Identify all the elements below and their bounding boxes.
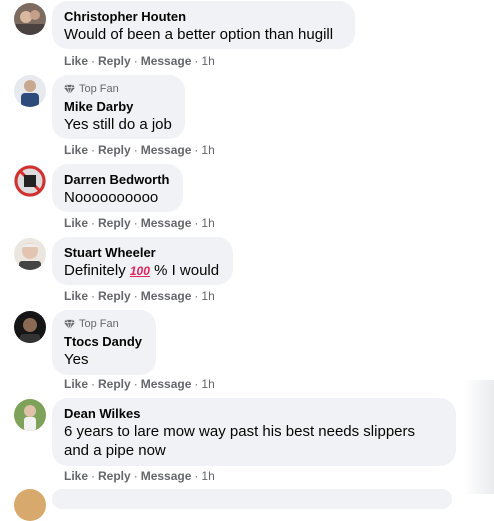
comment-bubble: Stuart Wheeler Definitely 100 % I would bbox=[52, 237, 233, 285]
comment-text-line: and a pipe now bbox=[64, 442, 166, 459]
comment-text: Noooooooooo bbox=[64, 189, 159, 206]
comment-actions: Like · Reply · Message · 1h bbox=[64, 143, 215, 157]
like-link[interactable]: Like bbox=[64, 289, 88, 303]
next-comment-bubble bbox=[52, 489, 452, 509]
reply-link[interactable]: Reply bbox=[98, 377, 131, 391]
comment-bubble: Top Fan Mike Darby Yes still do a job bbox=[52, 75, 185, 139]
comment-text: Definitely 100 % I would bbox=[64, 261, 221, 281]
comment-actions: Like · Reply · Message · 1h bbox=[64, 469, 215, 483]
avatar[interactable] bbox=[14, 311, 46, 343]
hundred-points-icon: 100 bbox=[129, 264, 150, 278]
comment-text-line: 6 years to lare mow way past his best ne… bbox=[64, 423, 415, 440]
comment-actions: Like · Reply · Message · 1h bbox=[64, 289, 215, 303]
avatar[interactable] bbox=[14, 75, 46, 107]
comment-time[interactable]: 1h bbox=[201, 289, 214, 303]
reply-link[interactable]: Reply bbox=[98, 54, 131, 68]
comment-text: Yes bbox=[64, 351, 89, 368]
like-link[interactable]: Like bbox=[64, 143, 88, 157]
reply-link[interactable]: Reply bbox=[98, 289, 131, 303]
message-link[interactable]: Message bbox=[141, 377, 192, 391]
comment-bubble: Darren Bedworth Noooooooooo bbox=[52, 164, 183, 212]
comment-bubble: Dean Wilkes 6 years to lare mow way past… bbox=[52, 398, 456, 466]
comment-author[interactable]: Ttocs Dandy bbox=[64, 333, 144, 350]
like-link[interactable]: Like bbox=[64, 216, 88, 230]
comment-actions: Like · Reply · Message · 1h bbox=[64, 216, 215, 230]
comment-actions: Like · Reply · Message · 1h bbox=[64, 54, 215, 68]
message-link[interactable]: Message bbox=[141, 469, 192, 483]
top-fan-badge: Top Fan bbox=[64, 317, 144, 331]
like-link[interactable]: Like bbox=[64, 377, 88, 391]
top-fan-label: Top Fan bbox=[79, 83, 119, 95]
comment-actions: Like · Reply · Message · 1h bbox=[64, 377, 215, 391]
scroll-shadow bbox=[464, 380, 494, 494]
diamond-icon bbox=[64, 84, 75, 95]
comment-time[interactable]: 1h bbox=[201, 216, 214, 230]
reply-link[interactable]: Reply bbox=[98, 216, 131, 230]
comment-time[interactable]: 1h bbox=[201, 377, 214, 391]
like-link[interactable]: Like bbox=[64, 54, 88, 68]
message-link[interactable]: Message bbox=[141, 143, 192, 157]
comment-time[interactable]: 1h bbox=[201, 54, 214, 68]
message-link[interactable]: Message bbox=[141, 289, 192, 303]
comment-text-part: % I would bbox=[154, 262, 220, 279]
comment-author[interactable]: Stuart Wheeler bbox=[64, 244, 221, 261]
comment-text-part: Definitely bbox=[64, 262, 126, 279]
comment-bubble: Christopher Houten Would of been a bette… bbox=[52, 1, 355, 49]
avatar[interactable] bbox=[14, 399, 46, 431]
reply-link[interactable]: Reply bbox=[98, 469, 131, 483]
avatar[interactable] bbox=[14, 165, 46, 197]
like-link[interactable]: Like bbox=[64, 469, 88, 483]
reply-link[interactable]: Reply bbox=[98, 143, 131, 157]
message-link[interactable]: Message bbox=[141, 54, 192, 68]
top-fan-label: Top Fan bbox=[79, 318, 119, 330]
top-fan-badge: Top Fan bbox=[64, 82, 173, 96]
avatar[interactable] bbox=[14, 238, 46, 270]
comment-author[interactable]: Dean Wilkes bbox=[64, 405, 444, 422]
comment-text: Yes still do a job bbox=[64, 116, 172, 133]
comment-text: Would of been a better option than hugil… bbox=[64, 26, 334, 43]
comment-time[interactable]: 1h bbox=[201, 469, 214, 483]
comment-author[interactable]: Christopher Houten bbox=[64, 8, 343, 25]
comment-time[interactable]: 1h bbox=[201, 143, 214, 157]
message-link[interactable]: Message bbox=[141, 216, 192, 230]
comment-author[interactable]: Darren Bedworth bbox=[64, 171, 171, 188]
avatar[interactable] bbox=[14, 3, 46, 35]
diamond-icon bbox=[64, 319, 75, 330]
comment-author[interactable]: Mike Darby bbox=[64, 98, 173, 115]
comment-bubble: Top Fan Ttocs Dandy Yes bbox=[52, 310, 156, 375]
